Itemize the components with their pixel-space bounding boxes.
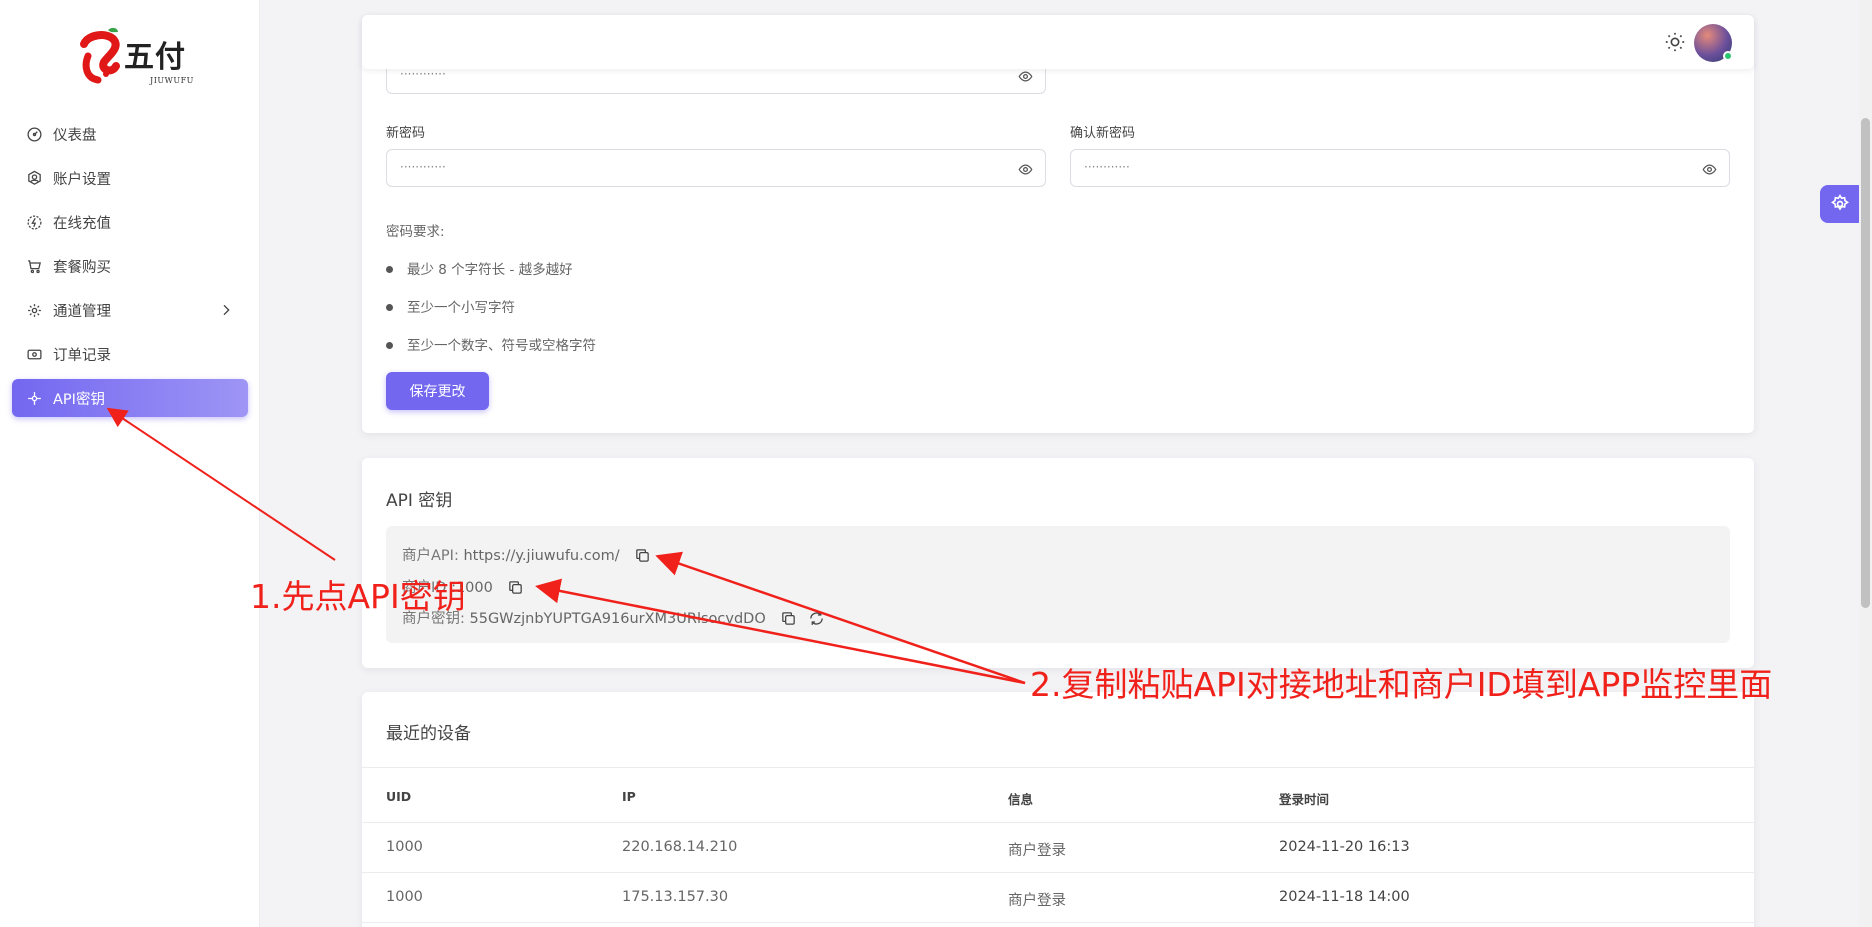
online-status-dot — [1723, 51, 1733, 61]
password-requirement: 至少一个小写字符 — [386, 296, 515, 316]
eye-icon[interactable] — [1018, 69, 1033, 84]
sun-icon[interactable] — [1664, 31, 1686, 53]
top-navbar — [362, 15, 1754, 69]
cell-login-time: 2024-11-18 14:00 — [1279, 889, 1410, 905]
sidebar-item-label: 账户设置 — [53, 171, 111, 188]
logo-text: 五付 — [124, 40, 186, 75]
regenerate-key-icon[interactable] — [808, 610, 825, 627]
channel-gear-icon — [28, 303, 41, 317]
column-header: IP — [622, 789, 636, 804]
password-requirements-title: 密码要求: — [386, 224, 445, 240]
merchant-api-value: https://y.jiuwufu.com/ — [463, 548, 620, 564]
cell-info: 商户登录 — [1008, 843, 1066, 859]
password-requirement: 至少一个数字、符号或空格字符 — [386, 334, 596, 354]
column-header: UID — [386, 789, 412, 804]
dashboard-icon — [27, 126, 42, 142]
recharge-icon — [27, 214, 42, 230]
confirm-password-value: ············ — [1084, 160, 1130, 174]
sidebar-item-label: 通道管理 — [53, 303, 111, 320]
sidebar-item-label: 在线充值 — [53, 215, 111, 232]
sidebar-item-label: 仪表盘 — [53, 127, 97, 144]
cell-ip: 220.168.14.210 — [622, 839, 738, 855]
sidebar-item-api-key[interactable]: API密钥 — [12, 379, 248, 417]
sidebar-item-dashboard[interactable]: 仪表盘 — [12, 115, 248, 153]
sidebar-item-account-settings[interactable]: 账户设置 — [12, 159, 248, 197]
sidebar-item-label: API密钥 — [53, 391, 105, 408]
sidebar: 五付 JIUWUFU 仪表盘 账户设置 在线充值 套餐购买 通道管理 订单记录 — [0, 0, 260, 927]
sidebar-nav: 仪表盘 账户设置 在线充值 套餐购买 通道管理 订单记录 API密钥 — [12, 115, 248, 423]
cell-login-time: 2024-11-20 16:13 — [1279, 839, 1410, 855]
scrollbar-thumb[interactable] — [1861, 118, 1870, 608]
sidebar-item-online-recharge[interactable]: 在线充值 — [12, 203, 248, 241]
merchant-key-value: 55GWzjnbYUPTGA916urXM3URlsocvdDO — [469, 611, 766, 627]
copy-icon[interactable] — [634, 547, 651, 564]
api-info-box: 商户API: https://y.jiuwufu.com/ 商户ID :1000… — [386, 526, 1730, 643]
current-password-value: ············ — [400, 67, 446, 81]
gear-icon — [1830, 194, 1850, 211]
logo-subtitle: JIUWUFU — [150, 76, 194, 85]
recent-devices-card: 最近的设备 UID IP 信息 登录时间 1000 220.168.14.210… — [362, 692, 1754, 927]
copy-icon[interactable] — [780, 610, 797, 627]
cart-icon — [28, 259, 41, 273]
merchant-api-label: 商户API: — [402, 548, 459, 564]
chevron-right-icon — [223, 304, 230, 316]
avatar[interactable] — [1694, 24, 1733, 62]
user-settings-icon — [28, 170, 41, 185]
sidebar-item-package-purchase[interactable]: 套餐购买 — [12, 247, 248, 285]
order-icon — [27, 349, 42, 359]
sidebar-item-label: 订单记录 — [53, 347, 111, 364]
table-row: 1000 220.168.14.210 商户登录 2024-11-20 16:1… — [362, 823, 1754, 873]
save-changes-button[interactable]: 保存更改 — [386, 372, 489, 410]
eye-icon[interactable] — [1018, 162, 1033, 177]
sidebar-item-channel-management[interactable]: 通道管理 — [12, 291, 248, 329]
customizer-button[interactable] — [1820, 185, 1860, 223]
password-card: ············ 新密码 ············ 确认新密码 ····… — [362, 15, 1754, 433]
copy-icon[interactable] — [507, 579, 524, 596]
sidebar-item-label: 套餐购买 — [53, 259, 111, 276]
password-requirement: 最少 8 个字符长 - 越多越好 — [386, 258, 573, 278]
api-key-card: API 密钥 商户API: https://y.jiuwufu.com/ 商户I… — [362, 458, 1754, 668]
sidebar-item-order-records[interactable]: 订单记录 — [12, 335, 248, 373]
new-password-field[interactable]: ············ — [386, 149, 1046, 187]
table-row: 1000 175.13.157.30 商户登录 2024-11-18 14:00 — [362, 873, 1754, 923]
confirm-password-label: 确认新密码 — [1070, 126, 1136, 141]
eye-icon[interactable] — [1702, 162, 1717, 177]
scrollbar[interactable] — [1859, 0, 1872, 927]
column-header: 信息 — [1008, 792, 1034, 807]
annotation-step-2: 2.复制粘贴API对接地址和商户ID填到APP监控里面 — [1030, 665, 1773, 704]
annotation-step-1: 1.先点API密钥 — [250, 577, 466, 616]
cell-uid: 1000 — [386, 839, 423, 855]
new-password-label: 新密码 — [386, 126, 426, 141]
cell-uid: 1000 — [386, 889, 423, 905]
recent-devices-title: 最近的设备 — [386, 724, 471, 744]
cell-info: 商户登录 — [1008, 893, 1066, 909]
new-password-value: ············ — [400, 160, 446, 174]
column-header: 登录时间 — [1279, 792, 1330, 807]
logo-mark-icon — [80, 27, 120, 84]
api-key-icon — [28, 391, 41, 405]
table-header: UID IP 信息 登录时间 — [362, 767, 1754, 823]
main-content: ············ 新密码 ············ 确认新密码 ····… — [260, 0, 1872, 927]
confirm-password-field[interactable]: ············ — [1070, 149, 1730, 187]
logo[interactable]: 五付 JIUWUFU — [78, 22, 198, 92]
cell-ip: 175.13.157.30 — [622, 889, 729, 905]
api-key-title: API 密钥 — [386, 491, 453, 511]
merchant-api-line: 商户API: https://y.jiuwufu.com/ — [402, 544, 651, 565]
